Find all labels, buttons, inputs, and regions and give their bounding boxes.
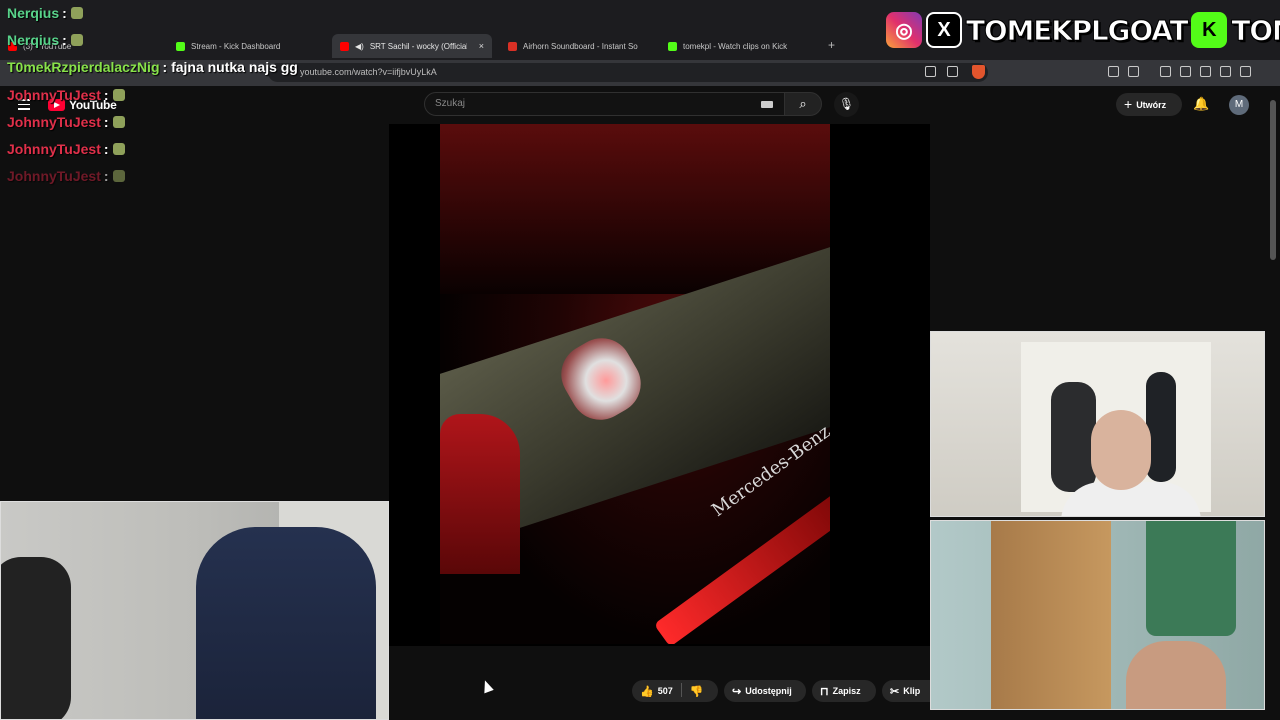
chat-username: Nerqius [7,5,60,21]
create-label: Utwórz [1136,100,1167,110]
emote-icon [70,7,83,19]
thumbs-down-icon[interactable]: 👎 [690,686,704,698]
thumbs-up-icon[interactable]: 👍 [640,686,654,698]
webcam-guest [930,520,1265,710]
share-arrow-icon: ↪ [732,686,742,698]
kick-favicon-icon [668,41,677,51]
tab-title: SRT Sachil - wocky (Official A [369,41,467,51]
save-label: Zapisz [832,686,861,696]
green-towel [1146,521,1236,636]
instagram-x-handle: TOMEKPLGOAT [965,13,1189,47]
emote-icon [112,143,125,155]
youtube-favicon-icon [340,41,349,51]
tab-youtube-video[interactable]: ◀) SRT Sachil - wocky (Official A × [332,34,492,58]
search-icon: ⌕ [799,96,807,111]
streamer-face [1091,410,1151,490]
save-button[interactable]: ⊓ Zapisz [812,680,876,702]
like-dislike-group[interactable]: 👍 507 👎 [632,680,718,702]
tab-kick-clips[interactable]: tomekpl - Watch clips on Kick [660,36,795,56]
wallet-toolbar-icon[interactable] [1200,66,1211,77]
new-tab-button[interactable]: + [828,38,835,52]
webcam-streamer [930,331,1265,517]
bookmark-icon: ⊓ [820,686,829,698]
voice-search-button[interactable]: 🎙 [834,92,859,117]
coat [1051,382,1096,492]
chat-username: JohnnyTuJest [7,87,101,103]
kick-handle: TOMEKPL [1231,13,1280,47]
chat-username: JohnnyTuJest [7,114,101,130]
close-tab-icon[interactable]: × [479,41,484,51]
share-icon[interactable] [947,66,958,77]
brave-shield-icon[interactable] [972,65,985,79]
clip-label: Klip [903,686,921,696]
gaming-chair [1,557,71,719]
media-icon[interactable] [1160,66,1171,77]
guest-person [1126,641,1226,709]
emote-icon [112,116,125,128]
install-icon[interactable] [925,66,936,77]
x-logo-icon: X [926,12,962,48]
chat-text: fajna nutka najs gg [171,59,298,75]
chat-message: JohnnyTuJest: [7,87,125,103]
coat [1146,372,1176,482]
avatar[interactable]: M [1229,95,1249,115]
tab-title: tomekpl - Watch clips on Kick [683,41,788,51]
person-in-hoodie [196,527,376,719]
airhorn-favicon-icon [508,41,517,51]
chat-username: Nerqius [7,32,60,48]
share-label: Udostępnij [745,686,792,696]
notifications-bell-icon[interactable]: 🔔 [1193,96,1209,112]
tab-title: Stream - Kick Dashboard [191,41,281,51]
wallet-icon[interactable] [1128,66,1139,77]
webcam-left [0,501,389,720]
wooden-door [991,521,1111,709]
kick-logo-icon: K [1191,12,1228,48]
chat-message: JohnnyTuJest: [7,141,125,157]
like-count: 507 [657,686,673,696]
light-strip [653,489,830,644]
instagram-icon: ◎ [886,12,922,48]
search-button[interactable]: ⌕ [784,92,822,116]
chat-message: T0mekRzpierdalaczNig: fajna nutka najs g… [7,59,298,75]
vpn-icon[interactable] [1240,66,1251,77]
kick-favicon-icon [176,41,185,51]
extensions-icon[interactable] [1108,66,1119,77]
chat-message: Nerqius: [7,5,83,21]
url-field[interactable]: youtube.com/watch?v=iifjbvUyLkA [268,63,988,82]
scrollbar[interactable] [1270,100,1276,260]
menu-icon[interactable] [1260,66,1271,77]
emote-icon [112,170,125,182]
social-overlay: ◎ X TOMEKPLGOAT K TOMEKPL [886,12,1280,48]
microphone-icon: 🎙 [838,97,855,111]
search-input[interactable]: Szukaj [424,92,786,116]
emote-icon [112,89,125,101]
chat-message: Nerqius: [7,32,83,48]
sidebar-icon[interactable] [1180,66,1191,77]
keyboard-icon[interactable] [761,101,773,108]
chat-message: JohnnyTuJest: [7,114,125,130]
tab-kick-dashboard[interactable]: Stream - Kick Dashboard [168,36,288,56]
chat-username: JohnnyTuJest [7,168,101,184]
clip-button[interactable]: ✂ Klip [882,680,930,702]
tab-airhorn[interactable]: Airhorn Soundboard - Instant So [500,36,646,56]
tab-title: Airhorn Soundboard - Instant So [523,41,638,51]
speaker-icon: ◀) [355,41,364,51]
stream-screen: (3) - YouTube Stream - Kick Dashboard ◀)… [0,0,1280,720]
share-button[interactable]: ↪ Udostępnij [724,680,806,702]
emote-icon [70,34,83,46]
scissors-icon: ✂ [890,686,900,698]
create-button[interactable]: + Utwórz [1116,93,1182,116]
leo-ai-icon[interactable] [1220,66,1231,77]
chat-username: JohnnyTuJest [7,141,101,157]
plus-icon: + [1124,96,1133,112]
chat-message: JohnnyTuJest: [7,168,125,184]
hand [440,414,520,574]
video-frame[interactable]: Mercedes-Benz [440,124,830,644]
chat-username: T0mekRzpierdalaczNig [7,59,160,75]
